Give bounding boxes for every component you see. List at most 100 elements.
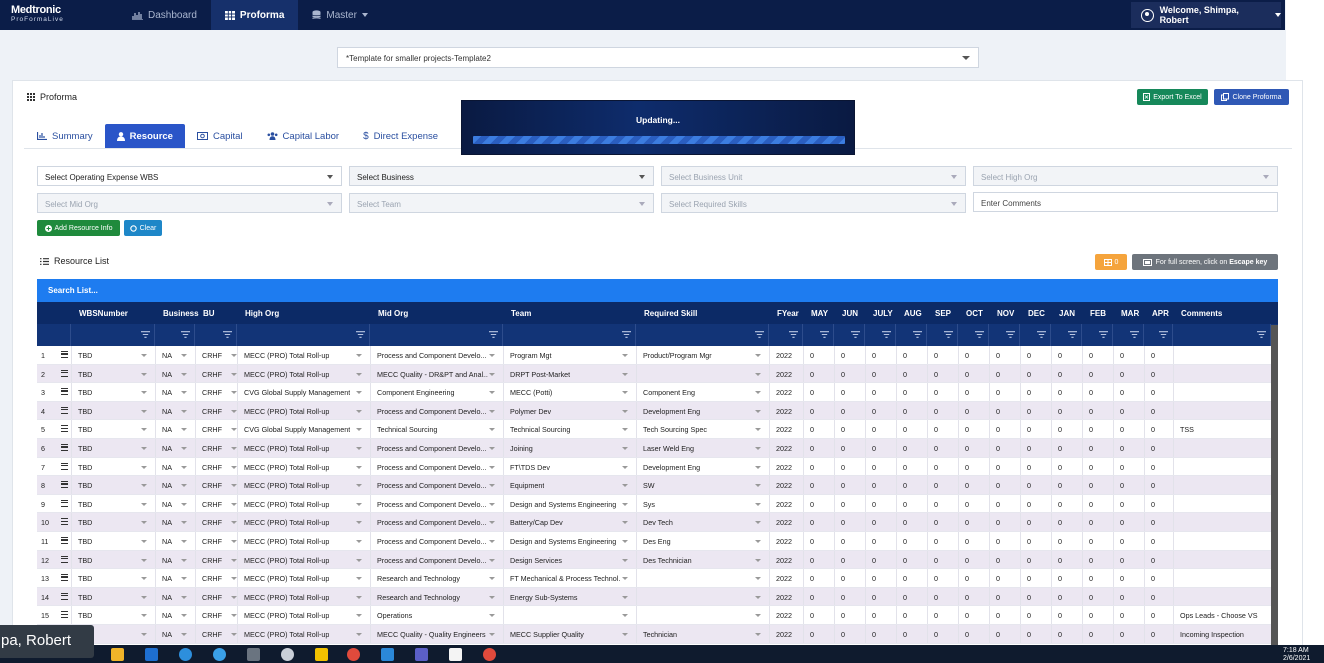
chevron-down-icon[interactable] (141, 409, 147, 413)
zoom-icon[interactable] (381, 648, 394, 661)
cell-bu[interactable]: CRHF (202, 537, 222, 546)
cell-wbs[interactable]: TBD (78, 574, 92, 583)
cell-dec[interactable]: 0 (1027, 574, 1031, 583)
chevron-down-icon[interactable] (755, 484, 761, 488)
cell-required-skill[interactable]: Laser Weld Eng (643, 444, 694, 453)
cell-nov[interactable]: 0 (996, 630, 1000, 639)
cell-mar[interactable]: 0 (1120, 518, 1124, 527)
cell-apr[interactable]: 0 (1151, 593, 1155, 602)
chevron-down-icon[interactable] (181, 447, 187, 450)
cell-july[interactable]: 0 (872, 463, 876, 472)
cell-july[interactable]: 0 (872, 556, 876, 565)
chevron-down-icon[interactable] (141, 540, 147, 543)
chevron-down-icon[interactable] (489, 614, 495, 618)
table-row[interactable]: 2 TBD NA CRHF MECC (PRO) Total Roll-up MECC Q… (37, 364, 1271, 384)
cell-jun[interactable]: 0 (841, 425, 845, 434)
edge-icon[interactable] (179, 648, 192, 661)
cell-business[interactable]: NA (162, 518, 172, 527)
chevron-down-icon[interactable] (141, 595, 147, 599)
row-menu-icon[interactable] (61, 369, 68, 377)
cell-mid-org[interactable]: Component Engineering (377, 388, 455, 397)
chevron-down-icon[interactable] (141, 614, 147, 618)
table-row[interactable]: 5 TBD NA CRHF CVG Global Supply Management Te… (37, 420, 1271, 439)
chevron-down-icon[interactable] (489, 484, 495, 488)
chevron-down-icon[interactable] (356, 502, 362, 506)
chevron-down-icon[interactable] (141, 372, 147, 376)
cell-may[interactable]: 0 (810, 611, 814, 620)
col-filter-wbs[interactable] (71, 324, 155, 346)
cell-feb[interactable]: 0 (1089, 611, 1093, 620)
cell-business[interactable]: NA (162, 630, 172, 639)
cell-fyear[interactable]: 2022 (776, 370, 792, 379)
chevron-down-icon[interactable] (356, 372, 362, 376)
cell-aug[interactable]: 0 (903, 593, 907, 602)
col-filter-comments[interactable] (1173, 324, 1271, 346)
chevron-down-icon[interactable] (181, 614, 187, 618)
cell-jun[interactable]: 0 (841, 481, 845, 490)
cell-july[interactable]: 0 (872, 593, 876, 602)
cell-feb[interactable]: 0 (1089, 518, 1093, 527)
cell-jan[interactable]: 0 (1058, 556, 1062, 565)
cell-may[interactable]: 0 (810, 593, 814, 602)
col-header-may[interactable]: MAY (811, 309, 828, 318)
chevron-down-icon[interactable] (622, 391, 628, 395)
chevron-down-icon[interactable] (141, 484, 147, 488)
cell-team[interactable]: Program Mgt (510, 351, 552, 360)
cell-mar[interactable]: 0 (1120, 463, 1124, 472)
cell-sep[interactable]: 0 (934, 425, 938, 434)
cell-mar[interactable]: 0 (1120, 407, 1124, 416)
cell-high-org[interactable]: MECC (PRO) Total Roll-up (244, 611, 329, 620)
cell-apr[interactable]: 0 (1151, 351, 1155, 360)
chevron-down-icon[interactable] (356, 595, 362, 599)
cell-oct[interactable]: 0 (965, 630, 969, 639)
cell-dec[interactable]: 0 (1027, 556, 1031, 565)
cell-jun[interactable]: 0 (841, 518, 845, 527)
cell-dec[interactable]: 0 (1027, 388, 1031, 397)
cell-team[interactable]: Energy Sub-Systems (510, 593, 578, 602)
cell-business[interactable]: NA (162, 388, 172, 397)
col-filter-sep[interactable] (927, 324, 958, 346)
chevron-down-icon[interactable] (622, 521, 628, 525)
business-unit-select[interactable]: Select Business Unit (661, 166, 966, 186)
cell-nov[interactable]: 0 (996, 388, 1000, 397)
cell-mid-org[interactable]: MECC Quality - DR&PT and Anal... (377, 370, 488, 379)
cell-sep[interactable]: 0 (934, 407, 938, 416)
col-header-high-org[interactable]: High Org (245, 309, 279, 318)
cell-jan[interactable]: 0 (1058, 574, 1062, 583)
cell-aug[interactable]: 0 (903, 407, 907, 416)
row-menu-icon[interactable] (61, 555, 68, 563)
cell-high-org[interactable]: MECC (PRO) Total Roll-up (244, 463, 329, 472)
cell-bu[interactable]: CRHF (202, 574, 222, 583)
cell-nov[interactable]: 0 (996, 407, 1000, 416)
chevron-down-icon[interactable] (755, 614, 761, 618)
chevron-down-icon[interactable] (181, 502, 187, 506)
cell-feb[interactable]: 0 (1089, 537, 1093, 546)
cell-high-org[interactable]: MECC (PRO) Total Roll-up (244, 407, 329, 416)
chevron-down-icon[interactable] (755, 595, 761, 599)
cell-required-skill[interactable]: Development Eng (643, 407, 700, 416)
cell-required-skill[interactable]: Component Eng (643, 388, 695, 397)
chevron-down-icon[interactable] (489, 391, 495, 395)
chevron-down-icon[interactable] (356, 484, 362, 488)
cell-required-skill[interactable]: Tech Sourcing Spec (643, 425, 707, 434)
chevron-down-icon[interactable] (622, 595, 628, 599)
chevron-down-icon[interactable] (755, 372, 761, 376)
table-row[interactable]: 9 TBD NA CRHF MECC (PRO) Total Roll-up Proces… (37, 494, 1271, 514)
chevron-down-icon[interactable] (356, 577, 362, 581)
cell-oct[interactable]: 0 (965, 351, 969, 360)
table-row[interactable]: 11 TBD NA CRHF MECC (PRO) Total Roll-up Proce… (37, 532, 1271, 551)
row-menu-icon[interactable] (61, 425, 68, 433)
cell-comments[interactable]: Ops Leads - Choose VS (1180, 611, 1258, 620)
chevron-down-icon[interactable] (181, 484, 187, 488)
chevron-down-icon[interactable] (755, 540, 761, 543)
cell-bu[interactable]: CRHF (202, 481, 222, 490)
cell-aug[interactable]: 0 (903, 556, 907, 565)
cell-july[interactable]: 0 (872, 370, 876, 379)
chevron-down-icon[interactable] (755, 428, 761, 432)
cell-team[interactable]: FT\TDS Dev (510, 463, 550, 472)
cell-nov[interactable]: 0 (996, 574, 1000, 583)
cell-business[interactable]: NA (162, 351, 172, 360)
row-menu-icon[interactable] (61, 406, 68, 414)
cell-team[interactable]: MECC Supplier Quality (510, 630, 584, 639)
cell-feb[interactable]: 0 (1089, 425, 1093, 434)
